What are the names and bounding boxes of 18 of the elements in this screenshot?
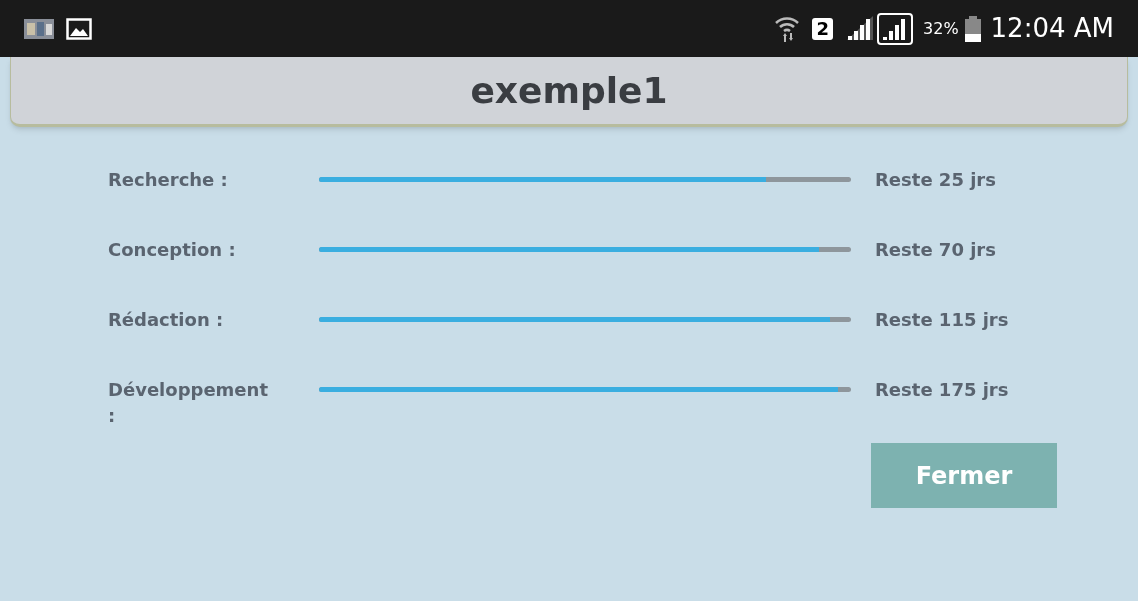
photo-thumbnail-icon [24, 18, 54, 39]
task-label: Développement : [108, 378, 269, 428]
battery-icon [964, 15, 981, 42]
clock: 12:04 AM [990, 12, 1114, 45]
image-icon [66, 17, 92, 40]
remaining-days: Reste 25 jrs [875, 167, 996, 193]
task-label: Conception : [108, 238, 237, 262]
battery-percent: 32% [923, 17, 959, 40]
dialog-title: exemple1 [470, 68, 668, 113]
signal-icon [845, 15, 875, 42]
close-button[interactable]: Fermer [871, 443, 1057, 508]
sim-badge: 2 [812, 17, 833, 40]
task-label: Rédaction : [108, 308, 225, 332]
remaining-days: Reste 115 jrs [875, 307, 1009, 333]
remaining-days: Reste 70 jrs [875, 237, 996, 263]
task-label: Recherche : [108, 168, 229, 192]
signal-icon [877, 12, 913, 45]
remaining-days: Reste 175 jrs [875, 377, 1009, 403]
